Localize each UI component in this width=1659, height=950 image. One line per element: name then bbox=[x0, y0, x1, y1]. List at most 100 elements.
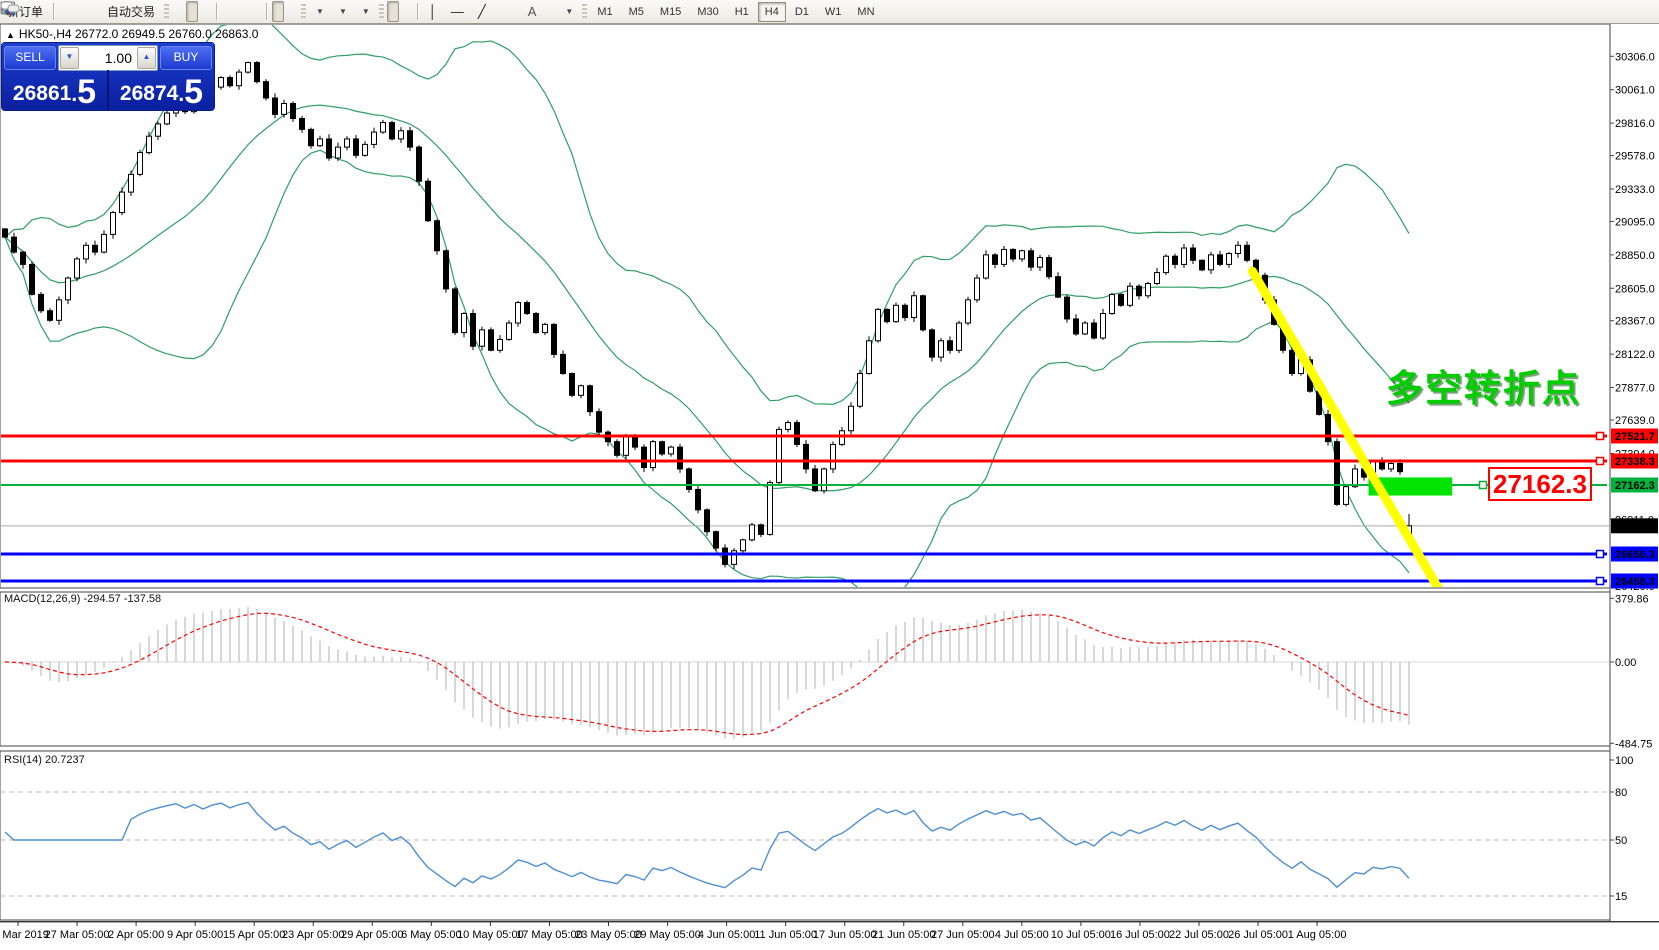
macd-indicator-label: MACD(12,26,9) -294.57 -137.58 bbox=[4, 593, 161, 605]
mt4-window: { "toolbar": { "new_order_label": "新订单",… bbox=[0, 0, 1659, 950]
toolbar-grip[interactable] bbox=[164, 4, 169, 20]
time-axis-border bbox=[0, 921, 1659, 922]
main-pane[interactable] bbox=[0, 24, 1610, 588]
time-tick-label: 4 Jul 05:00 bbox=[995, 929, 1049, 941]
timeframe-mn[interactable]: MN bbox=[850, 2, 881, 22]
chart-shift-button[interactable] bbox=[286, 1, 298, 22]
timeframe-h4[interactable]: H4 bbox=[758, 2, 786, 22]
macd-scale-tick: 0.00 bbox=[1615, 657, 1636, 669]
new-chart-button[interactable]: ▼ bbox=[309, 1, 330, 22]
buy-price[interactable]: 26874.5 bbox=[109, 70, 214, 110]
macd-scale-tick: 379.86 bbox=[1615, 593, 1649, 605]
timeframe-m1[interactable]: M1 bbox=[590, 2, 619, 22]
chat-button[interactable] bbox=[1641, 1, 1653, 22]
bar-chart-mode-button[interactable] bbox=[172, 1, 184, 22]
sell-price-main: 26861 bbox=[13, 81, 71, 107]
timeframe-w1[interactable]: W1 bbox=[818, 2, 849, 22]
cursor-tool-button[interactable] bbox=[387, 1, 399, 22]
price-tick: 30306.0 bbox=[1615, 51, 1655, 63]
rsi-indicator-label: RSI(14) 20.7237 bbox=[4, 754, 85, 766]
time-tick-label: 29 May 05:00 bbox=[634, 929, 701, 941]
time-tick-label: 17 Jun 05:00 bbox=[813, 929, 877, 941]
price-line-label-text: 27162.3 bbox=[1615, 480, 1655, 492]
market-watch-icon[interactable] bbox=[59, 1, 71, 22]
price-axis[interactable]: 30306.030061.029816.029578.029333.029095… bbox=[1610, 51, 1658, 593]
price-tick: 29095.0 bbox=[1615, 216, 1655, 228]
timeframe-h1[interactable]: H1 bbox=[728, 2, 756, 22]
volume-decrease-button[interactable]: ▼ bbox=[60, 47, 79, 69]
auto-scroll-button[interactable] bbox=[272, 1, 284, 22]
price-line-label-text: 26458.3 bbox=[1615, 576, 1655, 588]
tile-windows-button[interactable] bbox=[250, 1, 262, 22]
zoom-in-button[interactable] bbox=[222, 1, 234, 22]
buy-button[interactable]: BUY bbox=[160, 46, 212, 70]
terminal-button[interactable] bbox=[73, 1, 85, 22]
line-chart-mode-button[interactable] bbox=[200, 1, 212, 22]
dropdown-caret: ▼ bbox=[316, 7, 324, 16]
dropdown-caret: ▼ bbox=[362, 7, 370, 16]
rsi-scale-tick: 15 bbox=[1615, 891, 1627, 903]
search-button[interactable] bbox=[1627, 1, 1639, 22]
text-label-tool[interactable]: T bbox=[544, 1, 556, 22]
crosshair-tool-button[interactable] bbox=[401, 1, 413, 22]
volume-input[interactable]: 1.00 bbox=[80, 50, 136, 66]
templates-button[interactable]: ▼ bbox=[355, 1, 376, 22]
time-tick-label: 15 Apr 05:00 bbox=[223, 929, 285, 941]
timeframe-m5[interactable]: M5 bbox=[622, 2, 651, 22]
price-tick: 28367.0 bbox=[1615, 316, 1655, 328]
text-icon: A bbox=[528, 5, 537, 18]
timeframe-m30[interactable]: M30 bbox=[690, 2, 725, 22]
timeframe-d1[interactable]: D1 bbox=[788, 2, 816, 22]
chart-canvas[interactable]: 30306.030061.029816.029578.029333.029095… bbox=[0, 0, 1659, 950]
price-tick: 28605.0 bbox=[1615, 283, 1655, 295]
chat-icon bbox=[0, 0, 20, 16]
volume-increase-button[interactable]: ▲ bbox=[137, 47, 156, 69]
sell-price-pip: 5 bbox=[77, 77, 96, 107]
time-tick-label: 21 Jun 05:00 bbox=[872, 929, 936, 941]
signals-button[interactable] bbox=[87, 1, 99, 22]
horizontal-line-tool[interactable]: — bbox=[445, 1, 470, 22]
time-tick-label: 17 May 05:00 bbox=[516, 929, 583, 941]
time-tick-label: 10 Jul 05:00 bbox=[1051, 929, 1111, 941]
price-tick: 29578.0 bbox=[1615, 151, 1655, 163]
collapse-oneclick-icon[interactable]: ▲ bbox=[6, 30, 15, 40]
fibonacci-tool[interactable]: F bbox=[508, 1, 520, 22]
price-level-box[interactable]: 27162.3 bbox=[1488, 467, 1592, 501]
sell-price[interactable]: 26861.5 bbox=[2, 70, 109, 110]
time-tick-label: 9 Apr 05:00 bbox=[167, 929, 223, 941]
annotation-text[interactable]: 多空转折点 bbox=[1386, 358, 1581, 412]
toolbar-separator bbox=[53, 3, 55, 20]
trendline-icon: ╱ bbox=[478, 5, 486, 18]
zoom-out-button[interactable] bbox=[236, 1, 248, 22]
price-line-label-text: 27338.3 bbox=[1615, 456, 1655, 468]
rsi-pane[interactable] bbox=[0, 751, 1610, 920]
price-tick: 28122.0 bbox=[1615, 349, 1655, 361]
timeframe-m15[interactable]: M15 bbox=[653, 2, 688, 22]
periods-button[interactable]: ▼ bbox=[332, 1, 353, 22]
autotrading-button[interactable]: 自动交易 bbox=[101, 1, 161, 22]
channel-tool[interactable]: E bbox=[494, 1, 506, 22]
toolbar-grip[interactable] bbox=[582, 4, 587, 20]
rsi-scale-tick: 80 bbox=[1615, 787, 1627, 799]
autotrading-label: 自动交易 bbox=[107, 3, 155, 20]
price-line-label-text: 27521.7 bbox=[1615, 431, 1655, 443]
vertical-line-icon: │ bbox=[429, 5, 437, 18]
trendline-tool[interactable]: ╱ bbox=[472, 1, 492, 22]
time-tick-label: 21 Mar 2019 bbox=[0, 929, 49, 941]
time-tick-label: 29 Apr 05:00 bbox=[341, 929, 403, 941]
toolbar-separator bbox=[266, 3, 268, 20]
macd-pane[interactable] bbox=[0, 592, 1610, 746]
sell-button[interactable]: SELL bbox=[4, 46, 56, 70]
one-click-prices: 26861.5 26874.5 bbox=[2, 70, 214, 110]
toolbar-separator bbox=[417, 3, 419, 20]
candlestick-mode-button[interactable] bbox=[186, 1, 198, 22]
time-tick-label: 23 May 05:00 bbox=[575, 929, 642, 941]
toolbar-grip[interactable] bbox=[379, 4, 384, 20]
arrows-tool[interactable]: ▼ bbox=[558, 1, 579, 22]
toolbar-grip[interactable] bbox=[301, 4, 306, 20]
vertical-line-tool[interactable]: │ bbox=[423, 1, 443, 22]
text-tool[interactable]: A bbox=[522, 1, 543, 22]
price-tick: 30061.0 bbox=[1615, 85, 1655, 97]
line-anchor bbox=[1597, 432, 1604, 439]
time-axis[interactable]: 21 Mar 201927 Mar 05:002 Apr 05:009 Apr … bbox=[0, 921, 1346, 941]
